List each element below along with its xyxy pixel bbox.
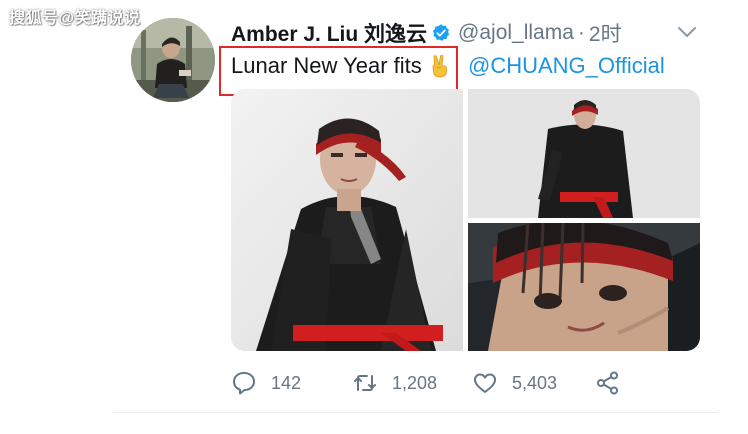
avatar[interactable] (131, 18, 215, 102)
victory-hand-emoji (429, 54, 451, 78)
display-name[interactable]: Amber J. Liu 刘逸云 (231, 18, 427, 48)
user-handle[interactable]: @ajol_llama (458, 21, 574, 45)
media-grid (231, 89, 700, 351)
media-photo-bottom-right[interactable] (468, 223, 700, 351)
divider (113, 412, 718, 413)
tweet-actions: 142 1,208 5,403 (231, 368, 651, 398)
like-button[interactable]: 5,403 (472, 368, 557, 398)
tweet-timestamp[interactable]: 2时 (589, 18, 622, 48)
avatar-photo (131, 18, 215, 102)
tweet-text: Lunar New Year fits (231, 50, 451, 82)
reply-count: 142 (271, 372, 302, 393)
heart-icon (472, 370, 498, 396)
chevron-down-icon[interactable] (676, 24, 698, 40)
reply-icon (231, 370, 257, 396)
media-photo-top-right[interactable] (468, 89, 700, 218)
tweet-header: Amber J. Liu 刘逸云 @ajol_llama · 2时 (231, 16, 622, 50)
verified-badge-icon (431, 23, 451, 43)
share-button[interactable] (595, 368, 621, 398)
tweet-text-body: Lunar New Year fits (231, 53, 422, 78)
like-count: 5,403 (512, 372, 558, 393)
share-icon (595, 370, 621, 396)
tweet-screenshot: 搜狐号@笑蹒说说 Amber J. Liu 刘逸云 @ajol_llama · … (0, 0, 748, 434)
meta-separator: · (577, 21, 585, 44)
reply-button[interactable]: 142 (231, 368, 301, 398)
mention-link[interactable]: @CHUANG_Official (468, 50, 665, 82)
media-photo-main[interactable] (231, 89, 463, 351)
retweet-count: 1,208 (392, 372, 438, 393)
watermark: 搜狐号@笑蹒说说 (9, 10, 141, 27)
retweet-icon (352, 370, 378, 396)
retweet-button[interactable]: 1,208 (352, 368, 437, 398)
